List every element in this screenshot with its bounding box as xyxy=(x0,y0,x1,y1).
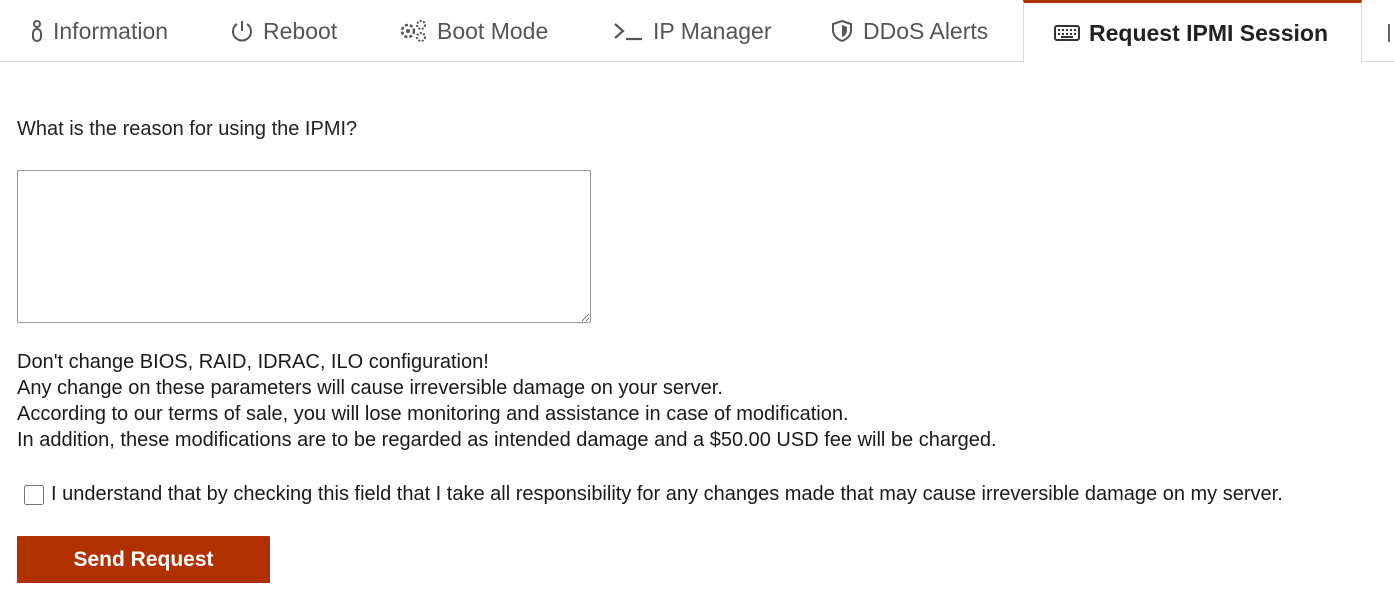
tab-request-ipmi-session-label: Request IPMI Session xyxy=(1089,19,1329,46)
tab-boot-mode-label: Boot Mode xyxy=(437,17,549,44)
tab-ip-manager-label: IP Manager xyxy=(653,17,772,44)
info-icon xyxy=(30,19,44,43)
tab-request-ipmi-session[interactable]: Request IPMI Session xyxy=(1023,0,1362,63)
warning-line: According to our terms of sale, you will… xyxy=(17,403,849,425)
tab-ddos-alerts-label: DDoS Alerts xyxy=(863,17,989,44)
tab-information-label: Information xyxy=(53,17,169,44)
tab-bar: Information Reboot Boot Mode IP Manager … xyxy=(0,0,1394,63)
tab-information[interactable]: Information xyxy=(30,0,168,62)
agreement-label[interactable]: I understand that by checking this field… xyxy=(51,483,1283,506)
tab-boot-mode[interactable]: Boot Mode xyxy=(398,0,548,62)
tab-ddos-alerts[interactable]: DDoS Alerts xyxy=(830,0,988,62)
terminal-icon xyxy=(612,19,644,43)
agreement-checkbox[interactable] xyxy=(24,485,44,505)
warning-line: Don't change BIOS, RAID, IDRAC, ILO conf… xyxy=(17,351,489,373)
tab-reboot[interactable]: Reboot xyxy=(230,0,337,62)
warning-line: Any change on these parameters will caus… xyxy=(17,377,723,399)
send-request-button[interactable]: Send Request xyxy=(17,536,270,583)
warning-line: In addition, these modifications are to … xyxy=(17,429,997,451)
tab-ip-manager[interactable]: IP Manager xyxy=(612,0,771,62)
tab-reboot-label: Reboot xyxy=(263,17,338,44)
keyboard-icon xyxy=(1054,23,1080,43)
overflow-tab-icon xyxy=(1388,24,1394,42)
reason-textarea[interactable] xyxy=(17,170,591,323)
gears-icon xyxy=(398,19,428,43)
shield-icon xyxy=(830,19,854,43)
power-icon xyxy=(230,19,254,43)
reason-question-label: What is the reason for using the IPMI? xyxy=(17,118,358,140)
